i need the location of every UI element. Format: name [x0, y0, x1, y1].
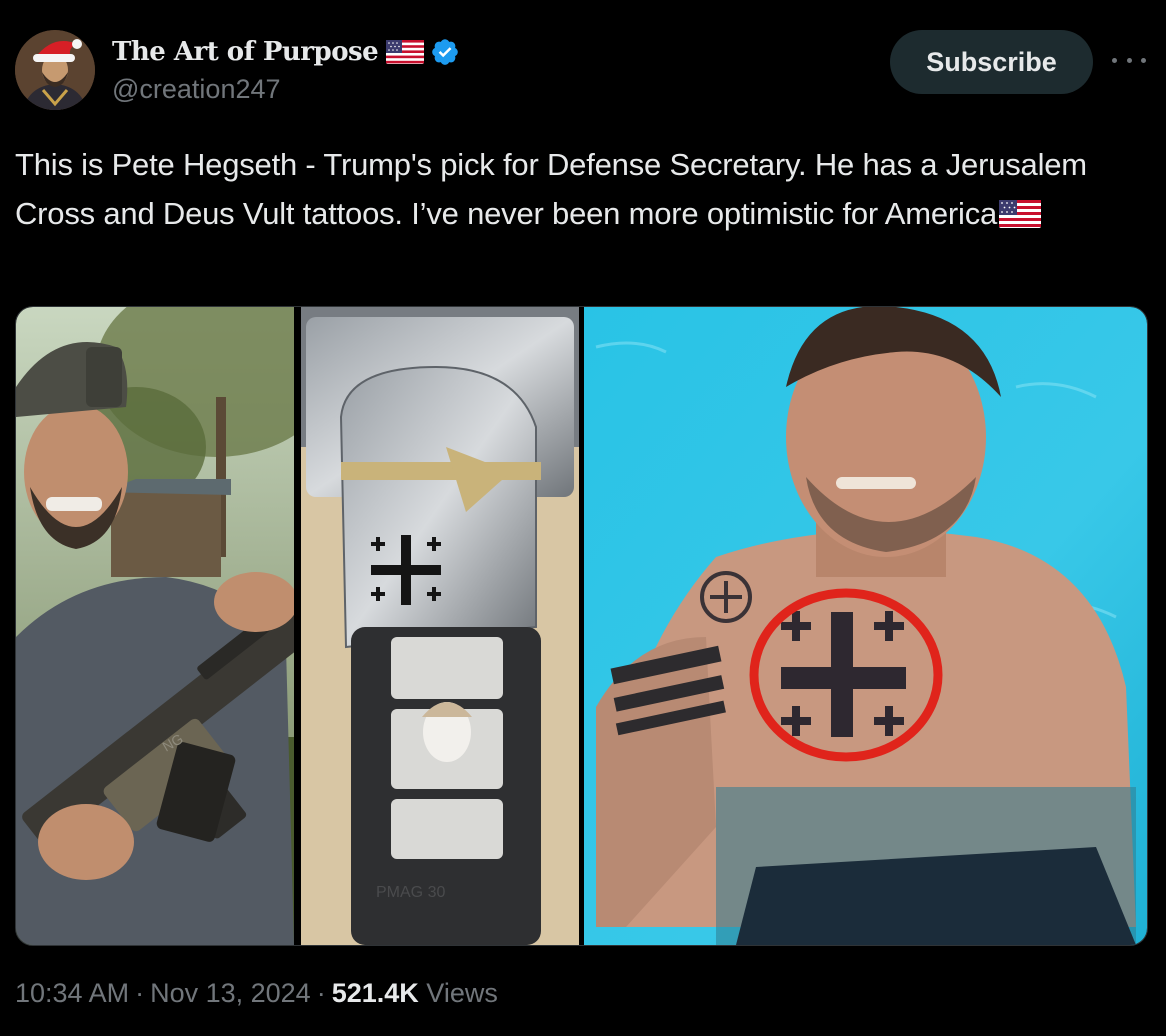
- jerusalem-cross-icon: [371, 535, 441, 605]
- magazine-watermark: PMAG 30: [376, 884, 445, 901]
- meta-separator: ·: [135, 978, 145, 1008]
- media-photo-panel-3[interactable]: [584, 307, 1147, 945]
- author-handle[interactable]: @creation247: [112, 74, 281, 105]
- author-name-row: The Art of Purpose: [112, 33, 460, 71]
- tweet-text: This is Pete Hegseth - Trump's pick for …: [15, 140, 1145, 238]
- views-count[interactable]: 521.4K: [332, 978, 419, 1008]
- tweet-text-body: This is Pete Hegseth - Trump's pick for …: [15, 147, 1087, 231]
- avatar[interactable]: [15, 30, 95, 110]
- more-options-icon[interactable]: [1112, 48, 1146, 72]
- meta-separator: ·: [316, 978, 326, 1008]
- chest-tattoo-jerusalem-cross-icon: [781, 611, 906, 737]
- author-display-name[interactable]: The Art of Purpose: [112, 37, 379, 67]
- avatar-portrait-icon: [15, 30, 95, 110]
- media-photo-panel-2[interactable]: PMAG 30: [301, 307, 579, 945]
- tweet-media[interactable]: NG PMAG 30: [15, 306, 1148, 946]
- tweet-date[interactable]: Nov 13, 2024: [150, 978, 311, 1008]
- tweet-card: The Art of Purpose @creation247 Subscrib…: [0, 0, 1166, 1036]
- subscribe-button[interactable]: Subscribe: [890, 30, 1093, 94]
- tweet-time[interactable]: 10:34 AM: [15, 978, 129, 1008]
- us-flag-icon: [386, 40, 425, 64]
- verified-badge-icon[interactable]: [430, 37, 460, 67]
- us-flag-icon: [999, 193, 1042, 228]
- tweet-meta: 10:34 AM · Nov 13, 2024 · 521.4K Views: [15, 978, 498, 1009]
- views-label: Views: [426, 978, 498, 1008]
